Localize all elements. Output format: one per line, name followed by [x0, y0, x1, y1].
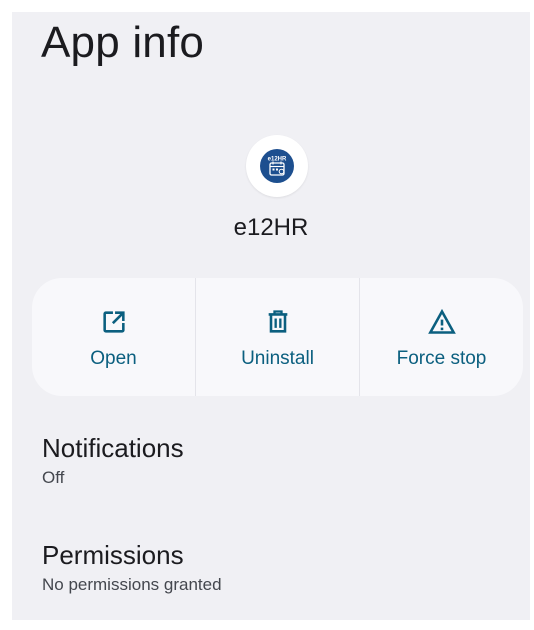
notifications-title: Notifications: [42, 433, 184, 463]
app-actions-card: Open Uninstall Force stop: [32, 278, 523, 396]
app-icon-text: e12HR: [268, 157, 287, 163]
force-stop-button[interactable]: Force stop: [359, 278, 523, 396]
permissions-setting[interactable]: Permissions No permissions granted: [42, 540, 222, 595]
uninstall-button-label: Uninstall: [241, 348, 314, 369]
open-button[interactable]: Open: [32, 278, 195, 396]
notifications-summary: Off: [42, 468, 65, 487]
trash-icon: [268, 310, 287, 333]
app-info-screen: App info e12HR e12HR Open Uninstall Forc…: [12, 12, 530, 620]
warning-icon: [427, 308, 456, 334]
permissions-title: Permissions: [42, 540, 184, 570]
e12hr-app-icon: e12HR: [260, 149, 294, 183]
app-icon-container: e12HR: [246, 135, 308, 197]
page-title: App info: [41, 18, 205, 67]
permissions-summary: No permissions granted: [42, 575, 222, 594]
open-button-label: Open: [90, 348, 137, 369]
uninstall-button[interactable]: Uninstall: [195, 278, 359, 396]
open-external-icon: [102, 311, 125, 333]
notifications-setting[interactable]: Notifications Off: [42, 433, 184, 488]
app-name: e12HR: [233, 214, 309, 241]
force-stop-button-label: Force stop: [396, 348, 487, 369]
